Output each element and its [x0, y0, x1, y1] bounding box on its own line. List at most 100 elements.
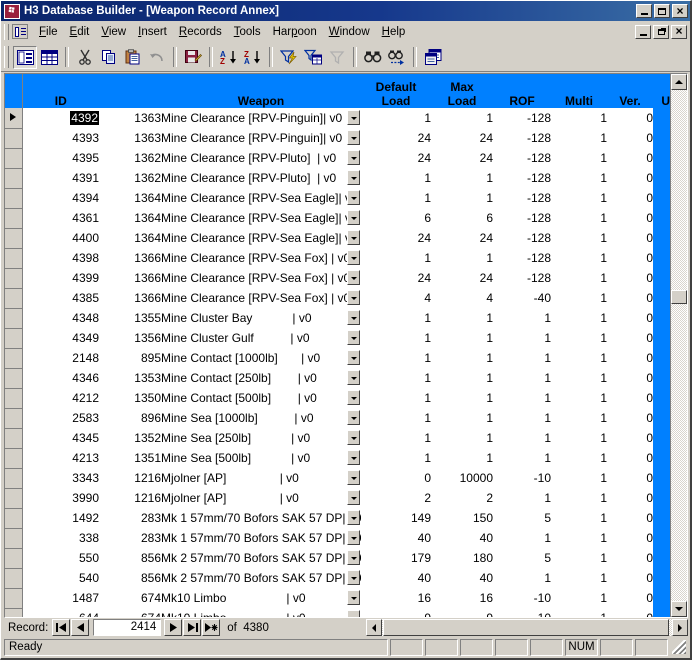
menu-item-insert[interactable]: Insert	[132, 24, 173, 40]
select-all-corner[interactable]	[5, 74, 23, 108]
chevron-down-icon[interactable]	[347, 490, 360, 505]
table-row[interactable]: 1487 674 Mk10 Limbo | v0 16 16 -10 1 0	[5, 588, 687, 609]
cell-multi[interactable]: 1	[551, 368, 607, 388]
vertical-scroll-track[interactable]	[671, 90, 687, 601]
row-selector[interactable]	[5, 328, 23, 349]
cell-default-load[interactable]: 1	[361, 188, 431, 208]
row-selector[interactable]	[5, 608, 23, 617]
new-record-icon[interactable]	[421, 46, 445, 69]
table-row[interactable]: 4213 1351 Mine Sea [500lb] | v0 1 1 1 1 0	[5, 448, 687, 469]
document-window-icon[interactable]	[12, 24, 28, 39]
chevron-down-icon[interactable]	[347, 190, 360, 205]
cell-id[interactable]: 4361	[22, 208, 99, 228]
save-record-icon[interactable]	[181, 46, 205, 69]
cell-weapon[interactable]: Mine Clearance [RPV-Pluto] | v0	[161, 148, 361, 168]
new-record-button[interactable]	[202, 619, 221, 636]
sort-ascending-icon[interactable]: A Z	[217, 46, 241, 69]
undo-icon[interactable]	[145, 46, 169, 69]
cell-multi[interactable]: 1	[551, 228, 607, 248]
cell-rof[interactable]: 5	[493, 548, 551, 568]
cell-weapon[interactable]: Mine Cluster Gulf | v0	[161, 328, 361, 348]
cell-weapon[interactable]: Mine Clearance [RPV-Sea Eagle]| v0	[161, 208, 361, 228]
table-row[interactable]: 550856Mk 2 57mm/70 Bofors SAK 57 DP| v01…	[5, 548, 687, 569]
cell-id[interactable]: 4349	[22, 328, 99, 348]
row-selector[interactable]	[5, 408, 23, 429]
column-header-ref[interactable]	[99, 74, 161, 108]
chevron-down-icon[interactable]	[347, 230, 360, 245]
row-selector[interactable]	[5, 228, 23, 249]
table-row[interactable]: 4361 1364 Mine Clearance [RPV-Sea Eagle]| …	[5, 208, 687, 229]
row-selector[interactable]	[5, 548, 23, 569]
cell-weapon[interactable]: Mine Sea [1000lb] | v0	[161, 408, 361, 428]
cell-default-load[interactable]: 1	[361, 348, 431, 368]
cell-max-load[interactable]: 1	[431, 328, 493, 348]
row-selector[interactable]	[5, 468, 23, 489]
cell-multi[interactable]: 1	[551, 468, 607, 488]
cell-max-load[interactable]: 24	[431, 268, 493, 288]
cell-rof[interactable]: 1	[493, 368, 551, 388]
cell-max-load[interactable]: 24	[431, 148, 493, 168]
cell-default-load[interactable]: 1	[361, 248, 431, 268]
cell-ver[interactable]: 0	[607, 488, 653, 508]
cell-default-load[interactable]: 40	[361, 528, 431, 548]
cell-max-load[interactable]: 1	[431, 168, 493, 188]
menu-item-harpoon[interactable]: Harpoon	[267, 24, 323, 40]
cell-weapon[interactable]: Mk 1 57mm/70 Bofors SAK 57 DP| v0	[161, 528, 361, 548]
table-row[interactable]: 4398 1366 Mine Clearance [RPV-Sea Fox] | v…	[5, 248, 687, 269]
cell-ver[interactable]: 0	[607, 108, 653, 128]
cell-multi[interactable]: 1	[551, 528, 607, 548]
cell-ver[interactable]: 0	[607, 588, 653, 608]
filter-by-form-icon[interactable]	[301, 46, 325, 69]
cell-ref[interactable]: 1216	[99, 488, 161, 508]
table-row[interactable]: 644 674 Mk10 Limbo | v0 9 9 -10 1 0	[5, 608, 687, 617]
resize-grip[interactable]	[672, 640, 686, 654]
row-selector[interactable]	[5, 308, 23, 329]
chevron-down-icon[interactable]	[347, 430, 360, 445]
chevron-down-icon[interactable]	[347, 210, 360, 225]
cell-ver[interactable]: 0	[607, 468, 653, 488]
cell-id[interactable]: 540	[22, 568, 99, 588]
row-selector[interactable]	[5, 388, 23, 409]
table-row[interactable]: 1492283Mk 1 57mm/70 Bofors SAK 57 DP| v0…	[5, 508, 687, 529]
table-row[interactable]: 3343 1216 Mjolner [AP] | v0 0 10000 -10 1 0	[5, 468, 687, 489]
cell-ref[interactable]: 1362	[99, 168, 161, 188]
sort-descending-icon[interactable]: Z A	[241, 46, 265, 69]
cell-ver[interactable]: 0	[607, 208, 653, 228]
cell-ver[interactable]: 0	[607, 548, 653, 568]
cell-weapon[interactable]: Mine Sea [500lb] | v0	[161, 448, 361, 468]
table-row[interactable]: 338283Mk 1 57mm/70 Bofors SAK 57 DP| v04…	[5, 528, 687, 549]
cell-ver[interactable]: 0	[607, 388, 653, 408]
chevron-down-icon[interactable]	[347, 390, 360, 405]
cell-ver[interactable]: 0	[607, 288, 653, 308]
datasheet-view-icon[interactable]	[37, 46, 61, 69]
table-row[interactable]: 4392 1363 Mine Clearance [RPV-Pinguin]| v0…	[5, 108, 687, 129]
chevron-down-icon[interactable]	[347, 470, 360, 485]
column-header-default-load[interactable]: Default Load	[361, 74, 431, 108]
chevron-down-icon[interactable]	[347, 550, 360, 565]
chevron-down-icon[interactable]	[347, 150, 360, 165]
mdi-restore-button[interactable]	[653, 24, 669, 39]
table-row[interactable]: 4349 1356 Mine Cluster Gulf | v0 1 1 1 1 0	[5, 328, 687, 349]
cell-id[interactable]: 4400	[22, 228, 99, 248]
cell-ver[interactable]: 0	[607, 508, 653, 528]
apply-filter-icon[interactable]	[325, 46, 349, 69]
row-selector[interactable]	[5, 588, 23, 609]
cell-ver[interactable]: 0	[607, 428, 653, 448]
minimize-button[interactable]	[636, 4, 652, 18]
table-row[interactable]: 4348 1355 Mine Cluster Bay | v0 1 1 1 1 0	[5, 308, 687, 329]
cell-ver[interactable]: 0	[607, 128, 653, 148]
cell-default-load[interactable]: 24	[361, 228, 431, 248]
column-header-rof[interactable]: ROF	[493, 74, 551, 108]
cell-default-load[interactable]: 40	[361, 568, 431, 588]
cell-default-load[interactable]: 4	[361, 288, 431, 308]
cell-ref[interactable]: 1366	[99, 288, 161, 308]
cell-default-load[interactable]: 24	[361, 148, 431, 168]
cell-id[interactable]: 2583	[22, 408, 99, 428]
table-row[interactable]: 4393 1363 Mine Clearance [RPV-Pinguin]| v0…	[5, 128, 687, 149]
cell-id[interactable]: 1492	[22, 508, 99, 528]
row-selector[interactable]	[5, 368, 23, 389]
cell-max-load[interactable]: 6	[431, 208, 493, 228]
vertical-scrollbar[interactable]	[670, 74, 687, 617]
cell-ref[interactable]: 1363	[99, 108, 161, 128]
cell-rof[interactable]: 1	[493, 328, 551, 348]
